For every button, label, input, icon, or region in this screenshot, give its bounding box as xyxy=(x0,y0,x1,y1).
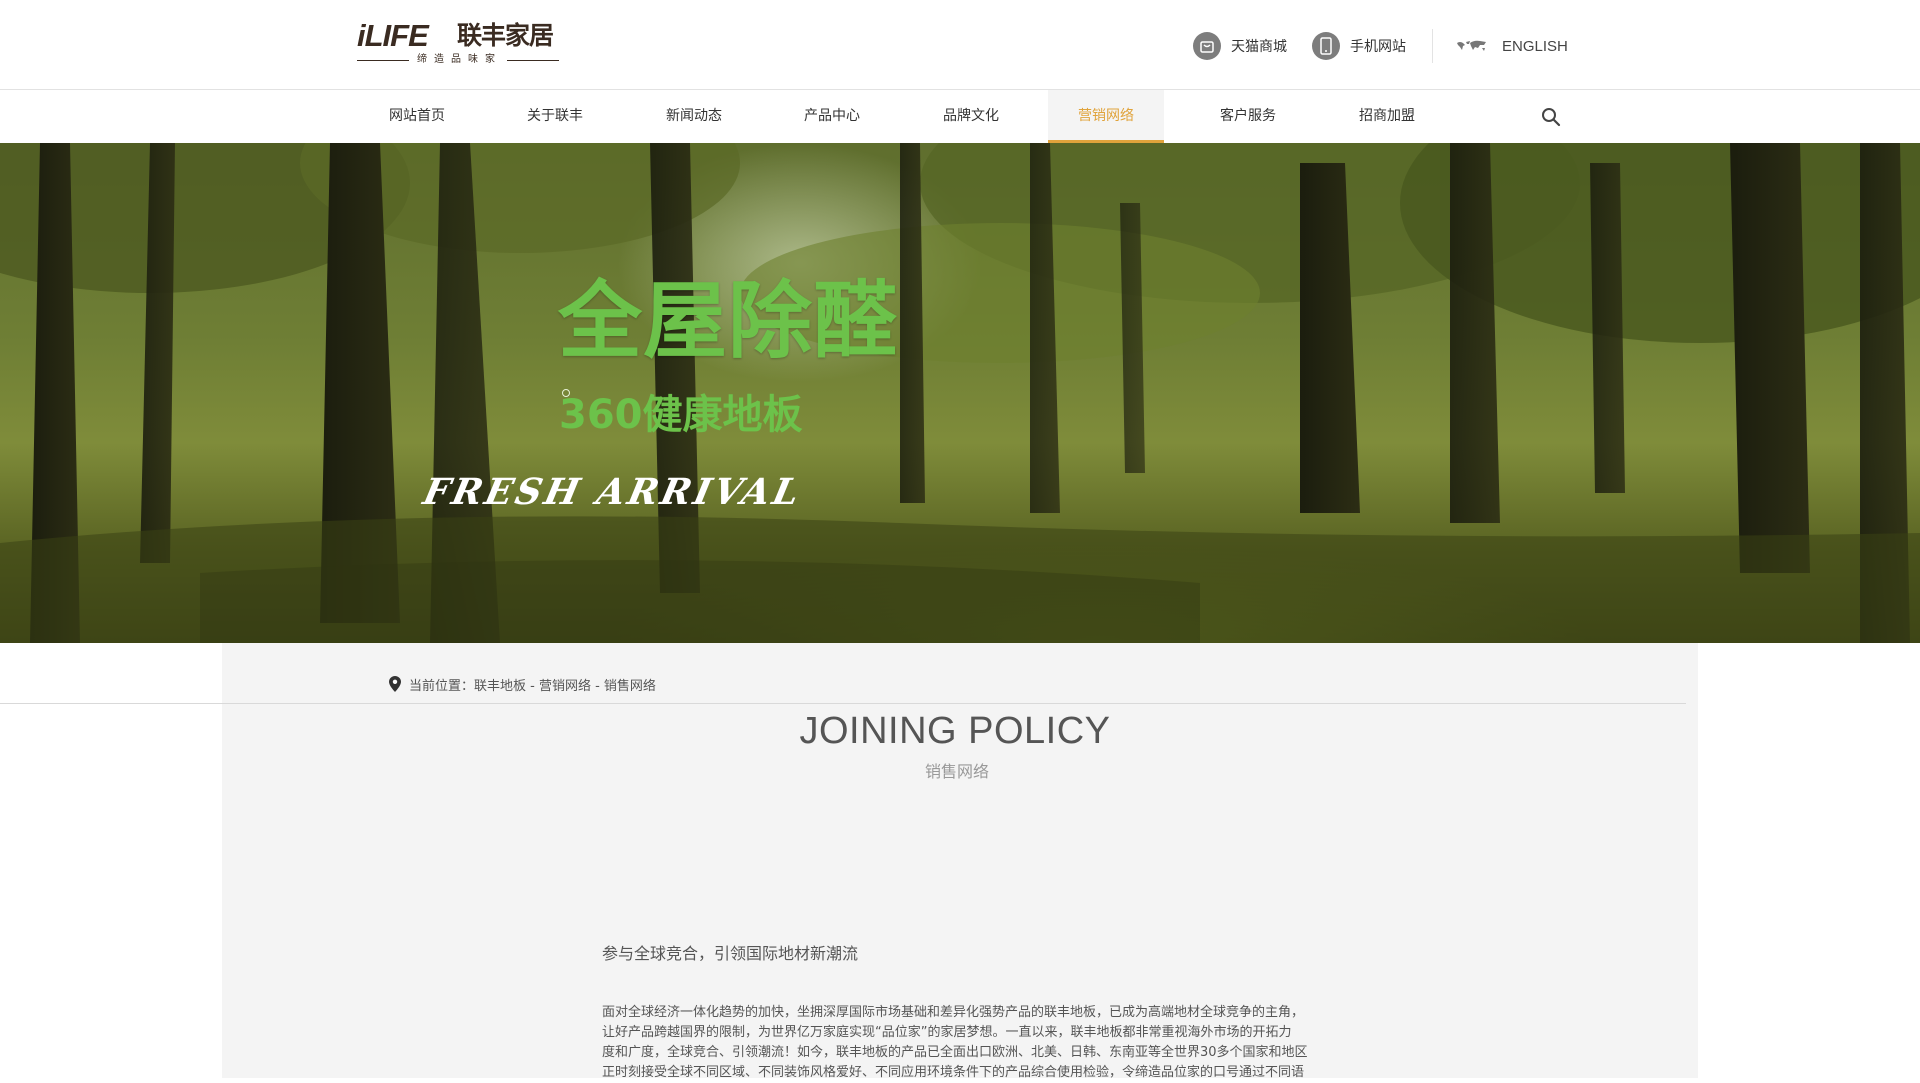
article-heading: 参与全球竞合，引领国际地材新潮流 xyxy=(602,944,859,963)
nav-item-brand-culture[interactable]: 品牌文化 xyxy=(915,90,1027,143)
mobile-site-label: 手机网站 xyxy=(1350,39,1406,55)
breadcrumb-path[interactable]: 联丰地板 - 营销网络 - 销售网络 xyxy=(474,675,656,694)
article-body: 面对全球经济一体化趋势的加快，坐拥深厚国际市场基础和差异化强势产品的联丰地板，已… xyxy=(602,1003,1362,1083)
english-site-link[interactable]: ENGLISH xyxy=(1456,30,1568,62)
section-title: JOINING POLICY xyxy=(799,710,1111,752)
site-header: iLIFE 联丰家居 缔造品味家 天猫商城 手机网站 ENGLISH xyxy=(0,0,1920,90)
shopping-bag-icon xyxy=(1193,32,1221,60)
article-line: 度和广度，全球竞合、引领潮流！如今，联丰地板的产品已全面出口欧洲、北美、日韩、东… xyxy=(602,1045,1308,1060)
location-pin-icon xyxy=(389,676,401,692)
nav-item-products[interactable]: 产品中心 xyxy=(776,90,888,143)
world-map-icon xyxy=(1456,39,1488,53)
mobile-site-link[interactable]: 手机网站 xyxy=(1312,30,1406,62)
breadcrumb: 当前位置： 联丰地板 - 营销网络 - 销售网络 xyxy=(389,672,656,696)
section-subtitle: 销售网络 xyxy=(924,762,989,781)
article-line: 让好产品跨越国界的限制，为世界亿万家庭实现“品位家”的家居梦想。一直以来，联丰地… xyxy=(602,1025,1292,1040)
nav-item-customer-service[interactable]: 客户服务 xyxy=(1192,90,1304,143)
search-icon[interactable] xyxy=(1541,107,1561,127)
tmall-store-link[interactable]: 天猫商城 xyxy=(1193,30,1287,62)
breadcrumb-prefix: 当前位置： xyxy=(409,678,475,694)
main-navigation: 网站首页 关于联丰 新闻动态 产品中心 品牌文化 营销网络 客户服务 招商加盟 xyxy=(0,90,1920,143)
tmall-store-label: 天猫商城 xyxy=(1231,39,1287,55)
logo-tagline: 缔造品味家 xyxy=(417,54,502,65)
nav-item-sales-network[interactable]: 营销网络 xyxy=(1048,90,1164,143)
breadcrumb-divider xyxy=(0,703,1686,704)
logo-chinese-name: 联丰家居 xyxy=(457,21,554,50)
top-links-divider xyxy=(1432,29,1433,63)
logo-mark: iLIFE xyxy=(357,18,429,53)
nav-item-home[interactable]: 网站首页 xyxy=(361,90,473,143)
hero-banner[interactable]: 全屋除醛 360健康地板 FRESH ARRIVAL xyxy=(0,143,1920,643)
logo-rule-right xyxy=(507,60,559,61)
banner-english-slogan: FRESH ARRIVAL xyxy=(419,471,806,513)
nav-item-about[interactable]: 关于联丰 xyxy=(499,90,611,143)
english-site-label: ENGLISH xyxy=(1502,37,1568,55)
site-logo[interactable]: iLIFE 联丰家居 缔造品味家 xyxy=(357,20,562,68)
article-line: 正时刻接受全球不同区域、不同装饰风格爱好、不同应用环境条件下的产品综合使用检验，… xyxy=(602,1065,1305,1080)
nav-item-news[interactable]: 新闻动态 xyxy=(638,90,750,143)
forest-background-image xyxy=(0,143,1920,643)
mobile-phone-icon xyxy=(1312,32,1340,60)
banner-title: 全屋除醛 xyxy=(558,272,899,370)
nav-item-franchise[interactable]: 招商加盟 xyxy=(1331,90,1443,143)
logo-rule-left xyxy=(357,60,409,61)
article-line: 面对全球经济一体化趋势的加快，坐拥深厚国际市场基础和差异化强势产品的联丰地板，已… xyxy=(602,1005,1305,1020)
banner-subtitle: 360健康地板 xyxy=(559,392,803,438)
